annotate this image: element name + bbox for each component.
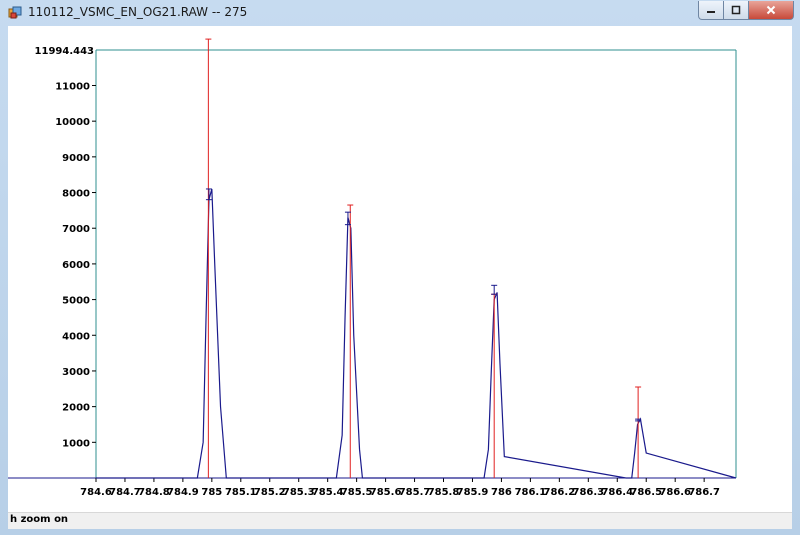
client-area: 11994.443 1000 2000 3000 4000 5000 6000 7000 800… [8,26,792,529]
spectrum-chart[interactable]: 11994.443 1000 2000 3000 4000 5000 6000 7000 800… [8,26,792,512]
app-window: 110112_VSMC_EN_OG21.RAW -- 275 11994.443… [0,0,800,535]
x-tick-label: 785.3 [283,487,315,498]
y-tick-label: 1000 [62,438,90,449]
y-tick-label: 6000 [62,260,90,271]
window-title: 110112_VSMC_EN_OG21.RAW -- 275 [28,5,248,19]
x-tick-label: 786.1 [515,487,547,498]
x-tick-label: 785.7 [399,487,431,498]
x-tick-label: 786 [491,487,512,498]
maximize-button[interactable] [724,1,749,20]
x-tick-label: 784.9 [167,487,199,498]
minimize-icon [707,11,715,13]
x-tick-label: 785.9 [457,487,489,498]
x-tick-label: 786.7 [688,487,720,498]
x-tick-label: 785.5 [341,487,373,498]
y-tick-label: 11000 [55,81,90,92]
x-tick-label: 785.2 [254,487,286,498]
x-tick-label: 785.1 [225,487,257,498]
app-icon [8,6,22,19]
spectrum-profile-line [96,188,737,479]
x-tick-label: 784.7 [109,487,141,498]
status-text: h zoom on [10,514,69,525]
x-tick-label: 784.8 [138,487,170,498]
y-tick-label: 5000 [62,296,90,307]
x-tick-label: 785.8 [428,487,460,498]
status-bar: h zoom on [8,512,792,529]
x-tick-label: 786.4 [601,487,633,498]
x-tick-label: 786.5 [630,487,662,498]
title-bar[interactable]: 110112_VSMC_EN_OG21.RAW -- 275 [0,0,800,26]
x-tick-label: 785.4 [312,487,344,498]
x-tick-label: 786.6 [659,487,691,498]
x-tick-label: 786.2 [544,487,576,498]
x-tick-label: 786.3 [572,487,604,498]
window-controls [698,1,794,20]
y-tick-label: 8000 [62,189,90,200]
x-tick-label: 785 [201,487,222,498]
close-icon [766,5,776,15]
y-tick-label: 2000 [62,403,90,414]
y-tick-label: 3000 [62,367,90,378]
y-tick-label: 9000 [62,153,90,164]
maximize-icon [731,5,741,15]
y-tick-label: 4000 [62,331,90,342]
minimize-button[interactable] [698,1,724,20]
x-tick-label: 785.6 [370,487,402,498]
x-tick-label: 784.6 [80,487,112,498]
y-tick-label: 10000 [55,117,90,128]
close-button[interactable] [749,1,794,20]
y-tick-label: 7000 [62,224,90,235]
y-tick-label-top: 11994.443 [35,46,95,57]
